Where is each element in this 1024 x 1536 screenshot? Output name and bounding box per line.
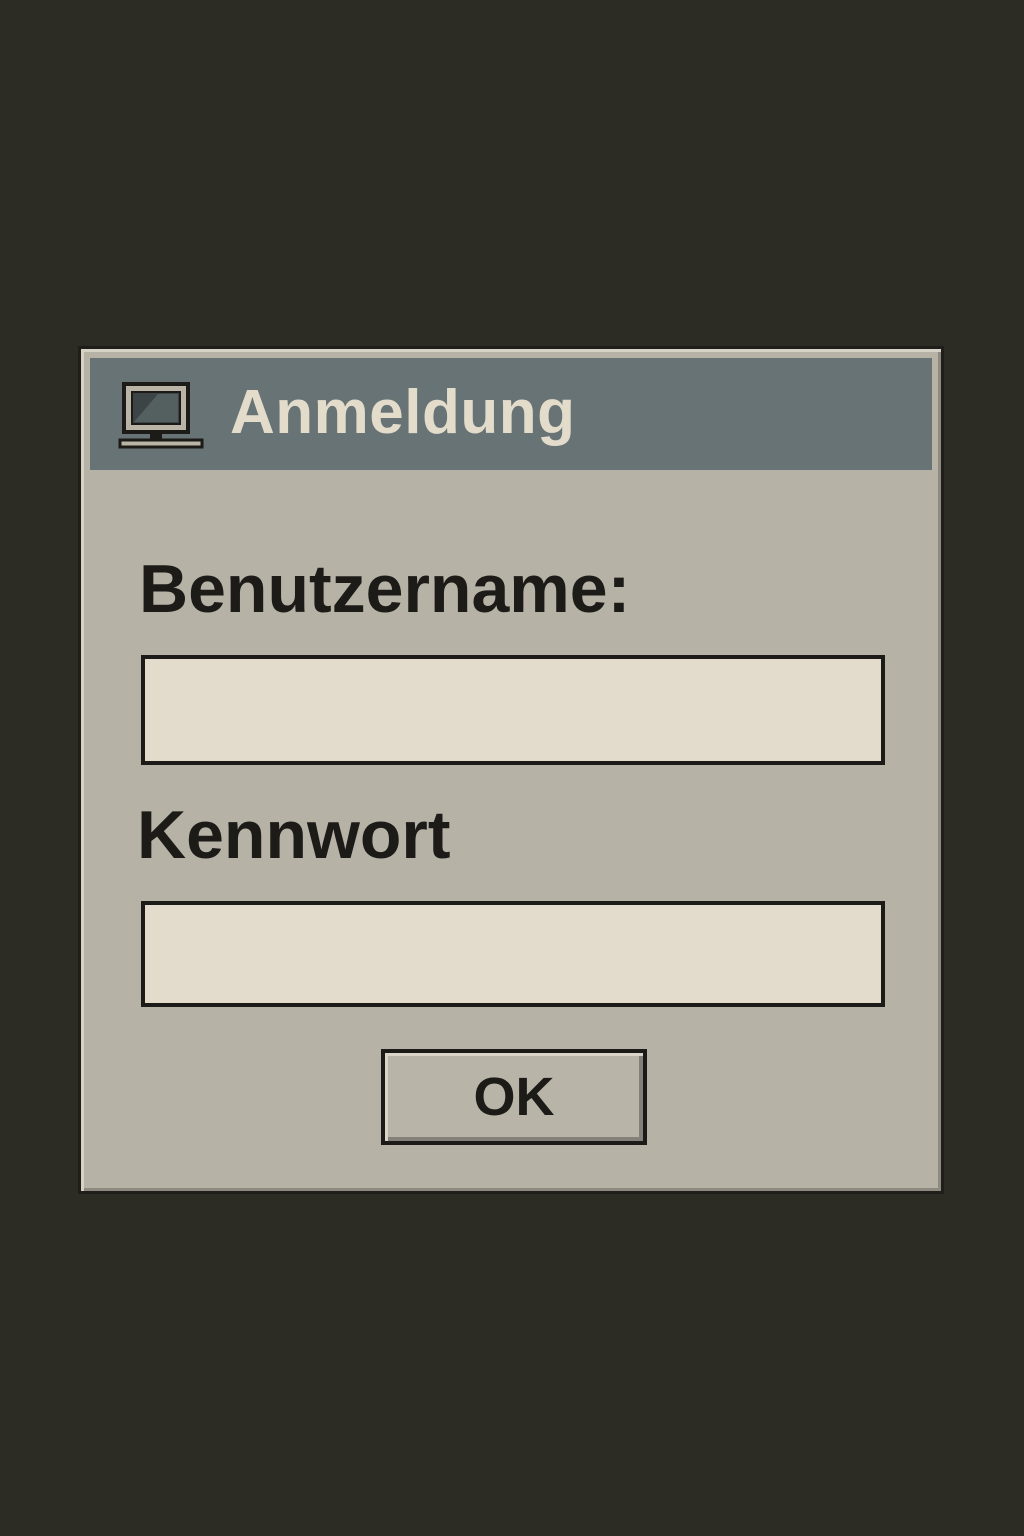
password-label: Kennwort bbox=[137, 797, 451, 873]
ok-button[interactable]: OK bbox=[381, 1049, 647, 1145]
computer-monitor-icon bbox=[118, 382, 204, 449]
window-title: Anmeldung bbox=[230, 378, 576, 447]
login-dialog: Anmeldung Benutzername: Kennwort OK bbox=[78, 346, 944, 1194]
username-label: Benutzername: bbox=[139, 551, 631, 627]
title-bar: Anmeldung bbox=[90, 358, 932, 470]
username-field[interactable] bbox=[141, 655, 885, 765]
password-field[interactable] bbox=[141, 901, 885, 1007]
